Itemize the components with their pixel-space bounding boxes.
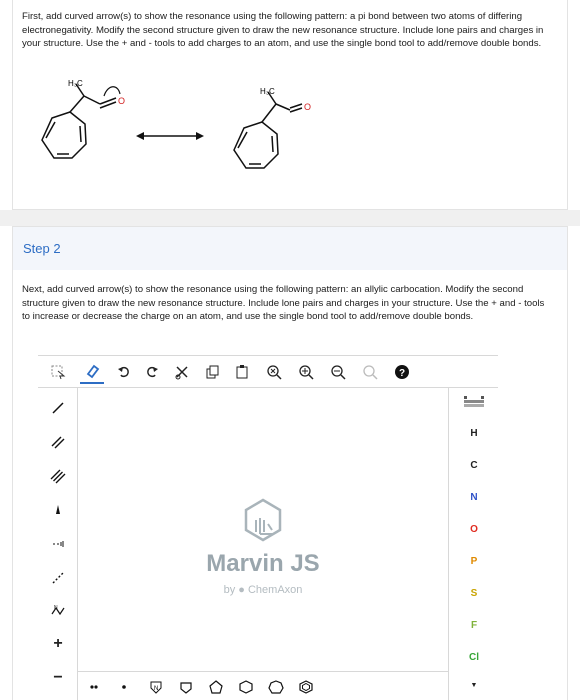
chain-tool-icon[interactable] [46,566,70,590]
molecule2-oxygen: O [304,102,311,112]
step2-header: Step 2 [12,226,568,270]
chemaxon-drop-icon: ● [238,584,245,596]
erase-tool-icon[interactable] [80,360,104,384]
zoom-out-icon[interactable] [326,360,350,384]
help-icon[interactable]: ? [390,360,414,384]
editor-bottom-toolbar: N [78,671,448,700]
wedge-bond-icon[interactable] [46,498,70,522]
step2-instructions: Next, add curved arrow(s) to show the re… [22,284,545,323]
lone-pair-icon[interactable] [82,675,106,699]
part1-instructions: First, add curved arrow(s) to show the r… [22,11,544,50]
cyclohexane-icon[interactable] [234,675,258,699]
search-icon[interactable] [358,360,382,384]
periodic-table-icon[interactable] [449,396,499,411]
paste-icon[interactable] [230,360,254,384]
editor-top-toolbar: ? [38,356,498,388]
editor-right-toolbar: H C N O P S F Cl ▼ [448,388,498,700]
radical-icon[interactable] [112,675,136,699]
decrease-charge-button[interactable]: − [46,666,70,690]
zoom-in-icon[interactable] [294,360,318,384]
triple-bond-icon[interactable] [46,464,70,488]
template-library-icon[interactable]: N [144,675,168,699]
element-N-button[interactable]: N [449,492,499,503]
marvin-brand-byline: by ● ChemAxon [78,584,448,596]
brand-company: ChemAxon [247,584,303,596]
copy-icon[interactable] [200,360,224,384]
curved-arrow [103,86,121,97]
molecule1-oxygen: O [118,96,125,106]
cut-icon[interactable] [170,360,194,384]
help-label: ? [399,368,405,379]
undo-icon[interactable] [112,360,136,384]
marvin-editor: ? N + − Marvin JS by ● ChemAxon H C N O … [38,355,498,700]
step2-title: Step 2 [23,241,61,256]
cyclopropane-icon[interactable] [174,675,198,699]
svg-text:N: N [54,605,58,611]
element-O-button[interactable]: O [449,524,499,535]
double-bond-icon[interactable] [46,430,70,454]
svg-text:N: N [154,686,158,692]
ring-chain-icon[interactable]: N [46,598,70,622]
editor-left-toolbar: N + − [38,388,78,700]
marvin-brand-name: Marvin JS [206,550,320,577]
drawing-canvas[interactable]: Marvin JS by ● ChemAxon [78,388,448,671]
element-S-button[interactable]: S [449,588,499,599]
selection-tool-icon[interactable] [46,360,70,384]
benzene-icon[interactable] [294,675,318,699]
increase-charge-button[interactable]: + [46,632,70,656]
marvin-logo-icon [244,498,282,542]
element-C-button[interactable]: C [449,460,499,471]
right-toolbar-more-icon[interactable]: ▼ [449,682,499,689]
redo-icon[interactable] [140,360,164,384]
molecule2-group-label: H₃C [260,87,275,96]
element-H-button[interactable]: H [449,428,499,439]
cycloheptane-icon[interactable] [264,675,288,699]
section-separator [0,210,580,226]
molecule1-group-label: H₃C [68,79,83,88]
element-F-button[interactable]: F [449,620,499,631]
hash-bond-icon[interactable] [46,532,70,556]
element-P-button[interactable]: P [449,556,499,567]
resonance-scheme: H₃C O H₃C O [41,79,311,169]
element-Cl-button[interactable]: Cl [449,652,499,663]
cyclopentane-icon[interactable] [204,675,228,699]
zoom-fit-icon[interactable] [262,360,286,384]
molecule-2 [233,91,303,169]
resonance-arrow [136,132,204,140]
single-bond-icon[interactable] [46,396,70,420]
brand-by-text: by [223,584,236,596]
